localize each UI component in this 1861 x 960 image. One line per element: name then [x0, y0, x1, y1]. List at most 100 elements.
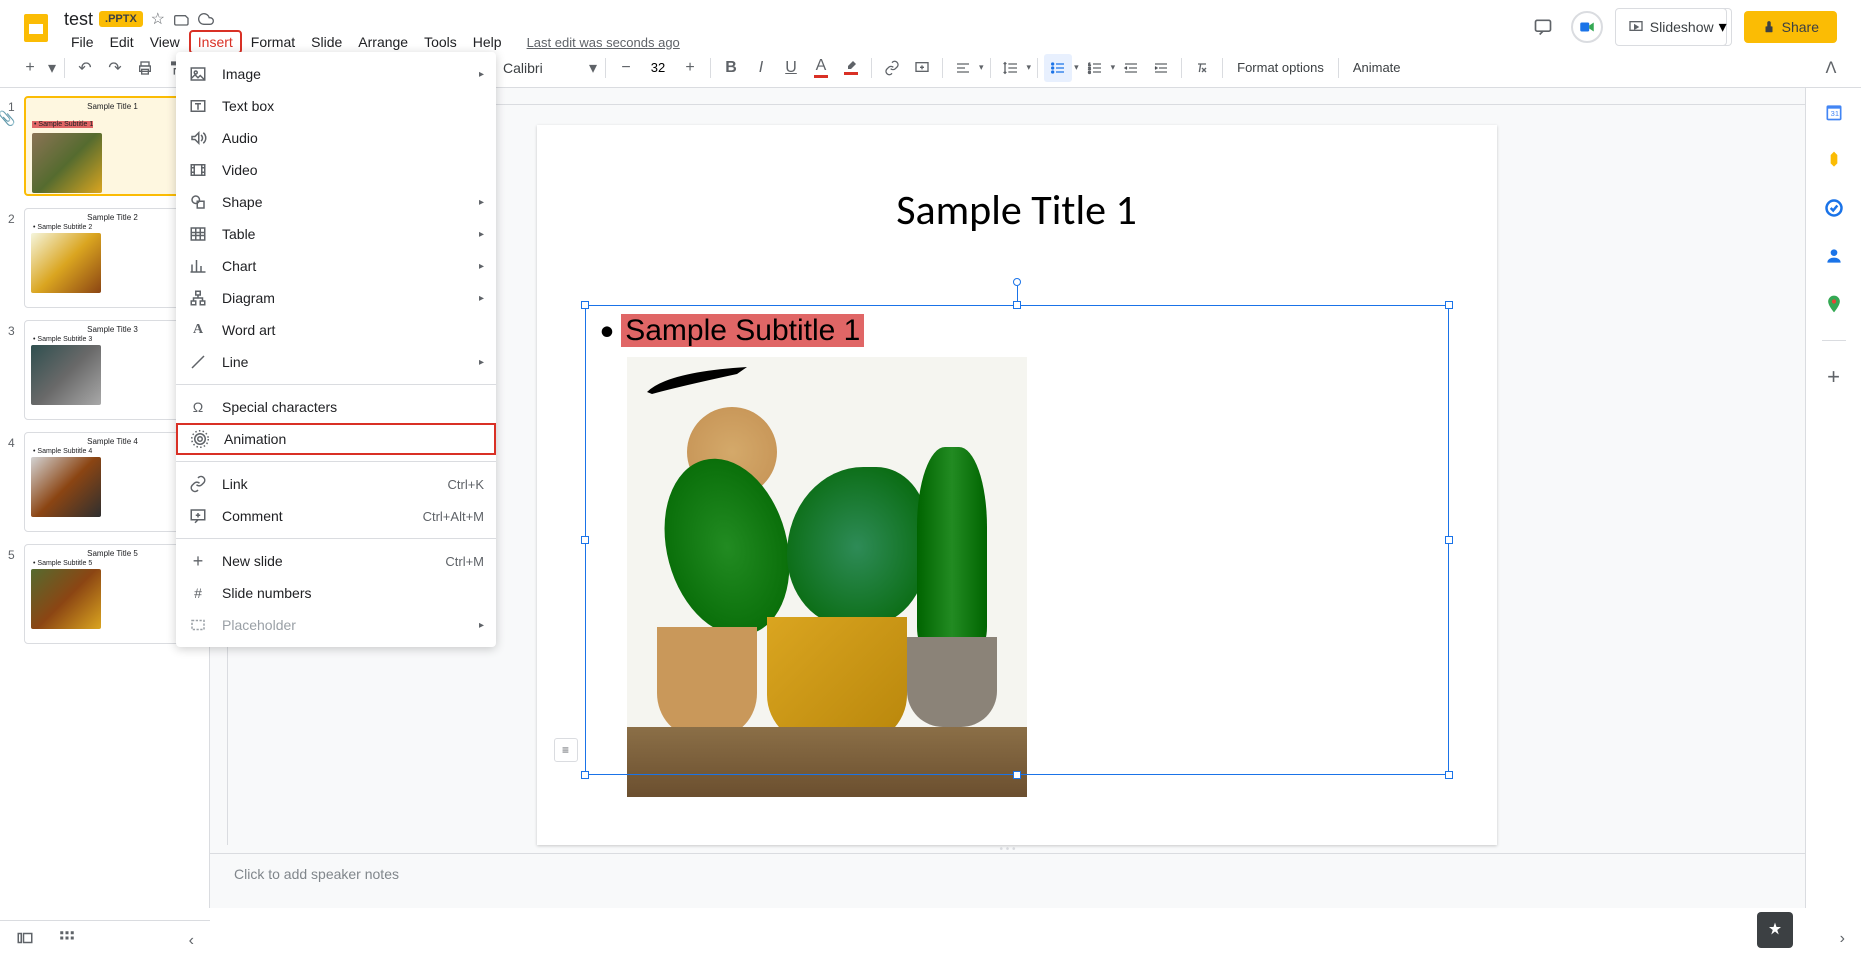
- menu-special-characters[interactable]: ΩSpecial characters: [176, 391, 496, 423]
- comments-icon[interactable]: [1527, 11, 1559, 43]
- menu-table[interactable]: Table▸: [176, 218, 496, 250]
- menu-slide[interactable]: Slide: [304, 30, 349, 54]
- filmstrip-view-icon[interactable]: [16, 929, 34, 952]
- share-button[interactable]: Share: [1744, 11, 1837, 43]
- menu-tools[interactable]: Tools: [417, 30, 464, 54]
- last-edit-link[interactable]: Last edit was seconds ago: [527, 35, 680, 50]
- keep-icon[interactable]: [1822, 148, 1846, 172]
- text-color-button[interactable]: A: [807, 54, 835, 82]
- menu-edit[interactable]: Edit: [103, 30, 141, 54]
- selected-text-box[interactable]: Sample Subtitle 1 ≡: [585, 305, 1449, 775]
- resize-handle[interactable]: [581, 536, 589, 544]
- tasks-icon[interactable]: [1822, 196, 1846, 220]
- font-select[interactable]: Calibri: [495, 56, 585, 80]
- menu-file[interactable]: File: [64, 30, 101, 54]
- align-button[interactable]: [949, 54, 977, 82]
- slideshow-dropdown[interactable]: ▾: [1715, 8, 1732, 46]
- notes-resize-handle[interactable]: • • •: [210, 845, 1805, 853]
- resize-handle[interactable]: [1445, 771, 1453, 779]
- slide-title-text[interactable]: Sample Title 1: [537, 185, 1497, 236]
- slide-number: 5: [8, 544, 24, 644]
- calendar-icon[interactable]: 31: [1822, 100, 1846, 124]
- slide-thumbnail[interactable]: Sample Title 5 • Sample Subtitle 5: [24, 544, 201, 644]
- collapse-panel-icon[interactable]: ‹: [189, 932, 194, 950]
- menu-comment[interactable]: CommentCtrl+Alt+M: [176, 500, 496, 532]
- resize-handle[interactable]: [1013, 301, 1021, 309]
- collapse-rail-icon[interactable]: ›: [1840, 930, 1845, 948]
- menu-video[interactable]: Video: [176, 154, 496, 186]
- menu-new-slide[interactable]: +New slideCtrl+M: [176, 545, 496, 577]
- slide-thumbnail[interactable]: Sample Title 4 • Sample Subtitle 4: [24, 432, 201, 532]
- menu-diagram[interactable]: Diagram▸: [176, 282, 496, 314]
- thumb-title: Sample Title 2: [31, 213, 194, 222]
- highlight-color-button[interactable]: [837, 54, 865, 82]
- menu-format[interactable]: Format: [244, 30, 302, 54]
- new-slide-dropdown[interactable]: ▾: [46, 54, 58, 82]
- cloud-status-icon[interactable]: [197, 10, 215, 28]
- increase-indent-button[interactable]: [1147, 54, 1175, 82]
- add-addon-icon[interactable]: +: [1822, 365, 1846, 389]
- numbered-list-button[interactable]: 123: [1081, 54, 1109, 82]
- menu-audio[interactable]: Audio: [176, 122, 496, 154]
- contacts-icon[interactable]: [1822, 244, 1846, 268]
- slides-logo[interactable]: [16, 8, 56, 48]
- thumb-image: [31, 233, 101, 293]
- subtitle-text[interactable]: Sample Subtitle 1: [600, 312, 865, 349]
- resize-handle[interactable]: [1013, 771, 1021, 779]
- menu-help[interactable]: Help: [466, 30, 509, 54]
- bold-button[interactable]: B: [717, 54, 745, 82]
- menu-link[interactable]: LinkCtrl+K: [176, 468, 496, 500]
- menu-chart[interactable]: Chart▸: [176, 250, 496, 282]
- menu-animation[interactable]: Animation: [176, 423, 496, 455]
- menu-shape[interactable]: Shape▸: [176, 186, 496, 218]
- font-dropdown-icon[interactable]: ▾: [587, 54, 599, 82]
- resize-handle[interactable]: [581, 771, 589, 779]
- menu-view[interactable]: View: [143, 30, 187, 54]
- menubar: File Edit View Insert Format Slide Arran…: [64, 30, 1527, 54]
- speaker-notes[interactable]: Click to add speaker notes: [210, 853, 1805, 908]
- new-slide-button[interactable]: +: [16, 54, 44, 82]
- star-icon[interactable]: ☆: [149, 10, 167, 28]
- insert-comment-button[interactable]: [908, 54, 936, 82]
- insert-link-button[interactable]: [878, 54, 906, 82]
- slide-canvas[interactable]: Sample Title 1: [537, 125, 1497, 845]
- rotation-handle[interactable]: [1013, 278, 1021, 286]
- animate-button[interactable]: Animate: [1345, 56, 1409, 79]
- line-spacing-button[interactable]: [997, 54, 1025, 82]
- menu-arrange[interactable]: Arrange: [351, 30, 415, 54]
- decrease-indent-button[interactable]: [1117, 54, 1145, 82]
- bulleted-list-button[interactable]: [1044, 54, 1072, 82]
- autofit-button[interactable]: ≡: [554, 738, 578, 762]
- explore-button[interactable]: [1757, 912, 1793, 948]
- print-button[interactable]: [131, 54, 159, 82]
- maps-icon[interactable]: [1822, 292, 1846, 316]
- font-size-increase[interactable]: +: [676, 54, 704, 82]
- menu-wordart[interactable]: AWord art: [176, 314, 496, 346]
- move-icon[interactable]: [173, 10, 191, 28]
- meet-icon[interactable]: [1571, 11, 1603, 43]
- slide-thumbnail[interactable]: Sample Title 2 • Sample Subtitle 2: [24, 208, 201, 308]
- collapse-toolbar-icon[interactable]: ᐱ: [1817, 54, 1845, 82]
- resize-handle[interactable]: [1445, 301, 1453, 309]
- slide-number: 3: [8, 320, 24, 420]
- menu-line[interactable]: Line▸: [176, 346, 496, 378]
- font-size-decrease[interactable]: −: [612, 54, 640, 82]
- slide-thumbnail[interactable]: Sample Title 3 • Sample Subtitle 3: [24, 320, 201, 420]
- menu-slide-numbers[interactable]: #Slide numbers: [176, 577, 496, 609]
- slideshow-button[interactable]: Slideshow: [1615, 8, 1727, 46]
- slide-thumbnail[interactable]: Sample Title 1 • Sample Subtitle 1: [24, 96, 201, 196]
- menu-image[interactable]: Image▸: [176, 58, 496, 90]
- resize-handle[interactable]: [1445, 536, 1453, 544]
- format-options-button[interactable]: Format options: [1229, 56, 1332, 79]
- clear-formatting-button[interactable]: [1188, 54, 1216, 82]
- resize-handle[interactable]: [581, 301, 589, 309]
- undo-button[interactable]: ↶: [71, 54, 99, 82]
- menu-insert[interactable]: Insert: [189, 30, 242, 54]
- font-size-input[interactable]: 32: [642, 60, 674, 75]
- italic-button[interactable]: I: [747, 54, 775, 82]
- underline-button[interactable]: U: [777, 54, 805, 82]
- document-title[interactable]: test: [64, 9, 93, 30]
- redo-button[interactable]: ↷: [101, 54, 129, 82]
- menu-textbox[interactable]: Text box: [176, 90, 496, 122]
- grid-view-icon[interactable]: [58, 929, 76, 952]
